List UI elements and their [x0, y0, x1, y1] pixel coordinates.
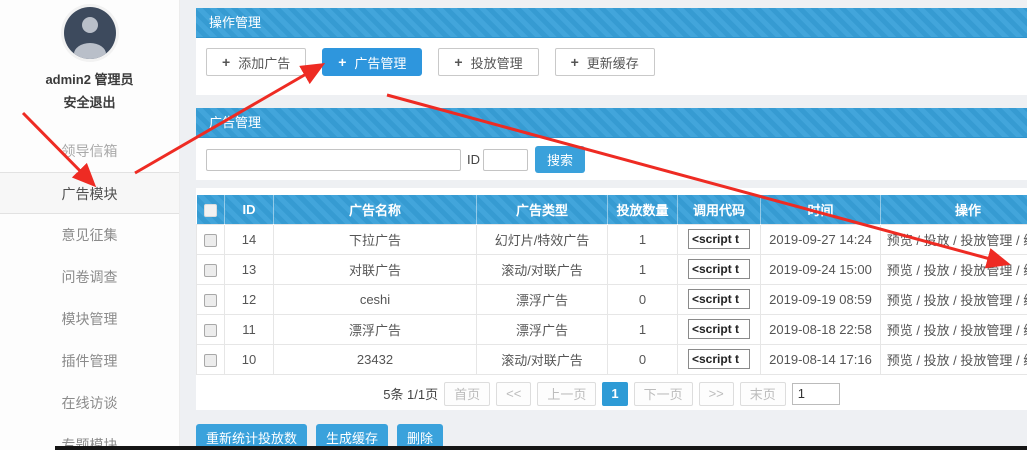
cell-count: 1	[608, 254, 678, 284]
sidebar-item-opinion-collection[interactable]: 意见征集	[0, 214, 179, 256]
cell-name: 漂浮广告	[274, 314, 477, 344]
cell-name: 23432	[274, 344, 477, 374]
ad-management-panel-title: 广告管理	[196, 108, 1027, 138]
row-checkbox[interactable]	[204, 294, 217, 307]
row-checkbox[interactable]	[204, 354, 217, 367]
cell-time: 2019-09-24 15:00	[761, 254, 881, 284]
cell-type: 幻灯片/特效广告	[477, 224, 608, 254]
col-header-actions: 操作	[881, 195, 1027, 224]
table-row: 13 对联广告 滚动/对联广告 1 2019-09-24 15:00 预览 / …	[197, 254, 1027, 284]
cell-name: 对联广告	[274, 254, 477, 284]
ad-management-button[interactable]: + 广告管理	[322, 48, 422, 76]
operations-panel-title: 操作管理	[196, 8, 1027, 38]
row-checkbox[interactable]	[204, 234, 217, 247]
cell-id: 12	[225, 284, 274, 314]
cell-count: 1	[608, 314, 678, 344]
user-avatar-icon	[64, 7, 116, 59]
fast-prev-button[interactable]: <<	[496, 382, 531, 406]
col-header-count: 投放数量	[608, 195, 678, 224]
window-bottom-edge	[55, 446, 1027, 450]
current-page-button[interactable]: 1	[602, 382, 627, 406]
embed-code-input[interactable]	[688, 229, 750, 249]
col-header-name: 广告名称	[274, 195, 477, 224]
prev-page-button[interactable]: 上一页	[537, 382, 596, 406]
cell-id: 13	[225, 254, 274, 284]
last-page-button[interactable]: 末页	[740, 382, 786, 406]
row-action-links[interactable]: 预览 / 投放 / 投放管理 / 编辑	[887, 293, 1027, 308]
row-checkbox[interactable]	[204, 324, 217, 337]
ad-management-panel: 广告管理 ID 搜索	[196, 108, 1027, 180]
plus-icon: +	[571, 55, 579, 69]
plus-icon: +	[338, 55, 346, 69]
plus-icon: +	[454, 55, 462, 69]
cell-time: 2019-08-18 22:58	[761, 314, 881, 344]
cell-count: 0	[608, 284, 678, 314]
row-action-links[interactable]: 预览 / 投放 / 投放管理 / 编辑	[887, 263, 1027, 278]
row-action-links[interactable]: 预览 / 投放 / 投放管理 / 编辑	[887, 233, 1027, 248]
plus-icon: +	[222, 55, 230, 69]
table-row: 12 ceshi 漂浮广告 0 2019-09-19 08:59 预览 / 投放…	[197, 284, 1027, 314]
search-button[interactable]: 搜索	[535, 146, 585, 173]
delivery-management-button[interactable]: + 投放管理	[438, 48, 538, 76]
fast-next-button[interactable]: >>	[699, 382, 734, 406]
pagination: 5条 1/1页 首页 << 上一页 1 下一页 >> 末页	[196, 380, 1027, 408]
row-checkbox[interactable]	[204, 264, 217, 277]
embed-code-input[interactable]	[688, 259, 750, 279]
cell-name: 下拉广告	[274, 224, 477, 254]
embed-code-input[interactable]	[688, 289, 750, 309]
main-content: 操作管理 + 添加广告 + 广告管理 + 投放管理 + 更新缓存 广告管理	[196, 0, 1027, 450]
cell-id: 10	[225, 344, 274, 374]
embed-code-input[interactable]	[688, 349, 750, 369]
add-ad-button[interactable]: + 添加广告	[206, 48, 306, 76]
cell-type: 滚动/对联广告	[477, 254, 608, 284]
col-header-id: ID	[225, 195, 274, 224]
select-all-checkbox[interactable]	[204, 204, 217, 217]
ad-table: ID 广告名称 广告类型 投放数量 调用代码 时间 操作 14 下拉广告 幻灯	[196, 195, 1027, 375]
cell-count: 0	[608, 344, 678, 374]
cell-time: 2019-09-27 14:24	[761, 224, 881, 254]
sidebar: admin2 管理员 安全退出 领导信箱 广告模块 意见征集 问卷调查 模块管理…	[0, 0, 180, 450]
cell-id: 11	[225, 314, 274, 344]
table-row: 10 23432 滚动/对联广告 0 2019-08-14 17:16 预览 /…	[197, 344, 1027, 374]
sidebar-item-leader-mailbox[interactable]: 领导信箱	[0, 130, 179, 172]
cell-type: 漂浮广告	[477, 314, 608, 344]
keyword-search-input[interactable]	[206, 149, 461, 171]
embed-code-input[interactable]	[688, 319, 750, 339]
table-header-row: ID 广告名称 广告类型 投放数量 调用代码 时间 操作	[197, 195, 1027, 224]
cell-name: ceshi	[274, 284, 477, 314]
user-name: admin2 管理员	[0, 69, 179, 88]
cell-id: 14	[225, 224, 274, 254]
id-label: ID	[467, 152, 480, 167]
cell-count: 1	[608, 224, 678, 254]
sidebar-item-online-interview[interactable]: 在线访谈	[0, 382, 179, 424]
sidebar-item-plugin-management[interactable]: 插件管理	[0, 340, 179, 382]
cell-type: 滚动/对联广告	[477, 344, 608, 374]
row-action-links[interactable]: 预览 / 投放 / 投放管理 / 编辑	[887, 353, 1027, 368]
col-header-type: 广告类型	[477, 195, 608, 224]
pagination-summary: 5条 1/1页	[383, 384, 438, 403]
id-search-input[interactable]	[483, 149, 528, 171]
operations-panel: 操作管理 + 添加广告 + 广告管理 + 投放管理 + 更新缓存	[196, 8, 1027, 95]
refresh-cache-button[interactable]: + 更新缓存	[555, 48, 655, 76]
ad-table-panel: ID 广告名称 广告类型 投放数量 调用代码 时间 操作 14 下拉广告 幻灯	[196, 188, 1027, 410]
sidebar-menu: 领导信箱 广告模块 意见征集 问卷调查 模块管理 插件管理 在线访谈 专题模块	[0, 130, 179, 450]
sidebar-item-ad-module[interactable]: 广告模块	[0, 172, 179, 214]
cell-type: 漂浮广告	[477, 284, 608, 314]
cell-time: 2019-08-14 17:16	[761, 344, 881, 374]
page-number-input[interactable]	[792, 383, 840, 405]
next-page-button[interactable]: 下一页	[634, 382, 693, 406]
sidebar-item-questionnaire[interactable]: 问卷调查	[0, 256, 179, 298]
table-row: 11 漂浮广告 漂浮广告 1 2019-08-18 22:58 预览 / 投放 …	[197, 314, 1027, 344]
cell-time: 2019-09-19 08:59	[761, 284, 881, 314]
table-row: 14 下拉广告 幻灯片/特效广告 1 2019-09-27 14:24 预览 /…	[197, 224, 1027, 254]
col-header-time: 时间	[761, 195, 881, 224]
row-action-links[interactable]: 预览 / 投放 / 投放管理 / 编辑	[887, 323, 1027, 338]
sidebar-item-module-management[interactable]: 模块管理	[0, 298, 179, 340]
col-header-code: 调用代码	[678, 195, 761, 224]
first-page-button[interactable]: 首页	[444, 382, 490, 406]
logout-link[interactable]: 安全退出	[0, 92, 179, 111]
